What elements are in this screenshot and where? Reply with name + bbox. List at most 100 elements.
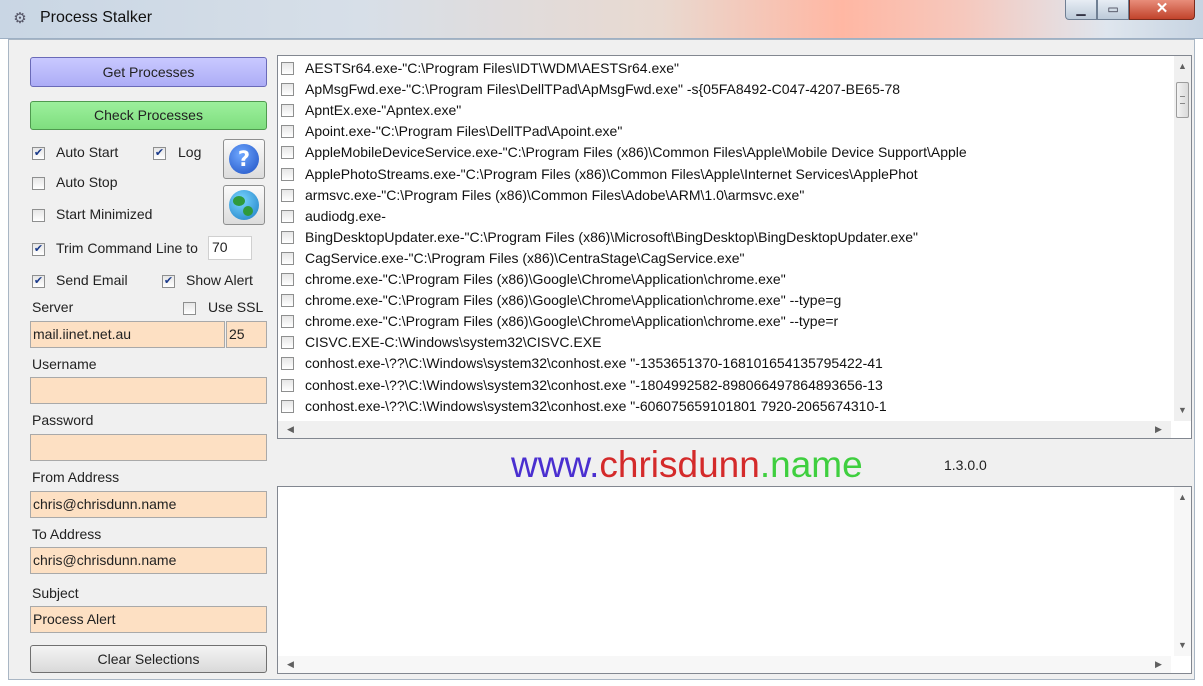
from-address-label: From Address [32, 469, 120, 485]
scroll-right-arrow-icon[interactable]: ▶ [1150, 421, 1167, 438]
process-checkbox[interactable] [281, 251, 294, 265]
version-label: 1.3.0.0 [944, 457, 987, 473]
use-ssl-checkbox[interactable] [183, 302, 196, 315]
close-button[interactable]: ✕ [1129, 0, 1195, 20]
process-checkbox[interactable] [281, 378, 294, 392]
process-list-item[interactable]: conhost.exe-\??\C:\Windows\system32\conh… [281, 396, 1171, 417]
process-checkbox[interactable] [281, 188, 294, 202]
scroll-up-arrow-icon[interactable]: ▲ [1174, 58, 1191, 75]
password-input[interactable] [30, 434, 267, 461]
process-command-line: CISVC.EXE-C:\Windows\system32\CISVC.EXE [305, 334, 602, 351]
scroll-down-arrow-icon[interactable]: ▼ [1174, 637, 1191, 654]
trim-command-line-label: Trim Command Line to [56, 240, 198, 256]
process-command-line: ApMsgFwd.exe-"C:\Program Files\DellTPad\… [305, 81, 901, 98]
check-processes-button[interactable]: Check Processes [30, 101, 267, 130]
trim-length-input[interactable]: 70 [208, 236, 252, 260]
process-list-item[interactable]: AESTSr64.exe-"C:\Program Files\IDT\WDM\A… [281, 58, 1171, 79]
username-input[interactable] [30, 377, 267, 404]
clear-selections-button[interactable]: Clear Selections [30, 645, 267, 673]
process-checkbox[interactable] [281, 62, 294, 75]
process-checkbox[interactable] [281, 399, 294, 413]
process-checkbox[interactable] [281, 209, 294, 223]
log-vertical-scrollbar[interactable]: ▲ ▼ [1174, 487, 1191, 656]
auto-start-checkbox[interactable] [32, 147, 45, 160]
process-list-item[interactable]: conhost.exe-\??\C:\Windows\system32\conh… [281, 375, 1171, 396]
process-command-line: conhost.exe-\??\C:\Windows\system32\conh… [305, 397, 887, 414]
log-checkbox[interactable] [153, 147, 166, 160]
log-horizontal-scrollbar[interactable]: ◀ ▶ [278, 656, 1171, 673]
website-link[interactable]: www.chrisdunn.name [511, 444, 863, 486]
to-address-input[interactable]: chris@chrisdunn.name [30, 547, 267, 574]
url-name: name [770, 444, 863, 485]
port-input[interactable]: 25 [226, 321, 267, 348]
auto-stop-label: Auto Stop [56, 174, 118, 190]
process-list-item[interactable]: ApplePhotoStreams.exe-"C:\Program Files … [281, 164, 1171, 185]
process-command-line: Apoint.exe-"C:\Program Files\DellTPad\Ap… [305, 123, 623, 140]
gear-icon: ⚙ [13, 10, 27, 27]
use-ssl-label: Use SSL [208, 299, 264, 315]
process-list-item[interactable]: armsvc.exe-"C:\Program Files (x86)\Commo… [281, 185, 1171, 206]
process-list-item[interactable]: ApMsgFwd.exe-"C:\Program Files\DellTPad\… [281, 79, 1171, 100]
process-list-item[interactable]: AppleMobileDeviceService.exe-"C:\Program… [281, 142, 1171, 163]
process-list[interactable]: AESTSr64.exe-"C:\Program Files\IDT\WDM\A… [277, 55, 1192, 439]
process-checkbox[interactable] [281, 167, 294, 181]
process-checkbox[interactable] [281, 83, 294, 97]
process-checkbox[interactable] [281, 273, 294, 286]
process-list-item[interactable]: BingDesktopUpdater.exe-"C:\Program Files… [281, 227, 1171, 248]
process-checkbox[interactable] [281, 230, 294, 244]
scroll-down-arrow-icon[interactable]: ▼ [1174, 402, 1191, 419]
process-list-item[interactable]: chrome.exe-"C:\Program Files (x86)\Googl… [281, 311, 1171, 332]
scroll-up-arrow-icon[interactable]: ▲ [1174, 489, 1191, 506]
process-list-item[interactable]: chrome.exe-"C:\Program Files (x86)\Googl… [281, 269, 1171, 290]
process-list-item[interactable]: CagService.exe-"C:\Program Files (x86)\C… [281, 248, 1171, 269]
process-list-item[interactable]: Apoint.exe-"C:\Program Files\DellTPad\Ap… [281, 121, 1171, 142]
auto-start-label: Auto Start [56, 144, 119, 160]
process-command-line: chrome.exe-"C:\Program Files (x86)\Googl… [305, 271, 786, 287]
trim-command-line-checkbox[interactable] [32, 243, 45, 256]
process-command-line: ApntEx.exe-"Apntex.exe" [305, 102, 462, 119]
process-checkbox[interactable] [281, 104, 294, 118]
scroll-left-arrow-icon[interactable]: ◀ [282, 656, 299, 673]
process-list-item[interactable]: audiodg.exe- [281, 206, 1171, 227]
process-list-item[interactable]: conhost.exe-\??\C:\Windows\system32\conh… [281, 353, 1171, 374]
url-www: www. [511, 444, 600, 485]
process-checkbox[interactable] [281, 125, 294, 139]
log-output[interactable]: ▲ ▼ ◀ ▶ [277, 486, 1192, 674]
send-email-label: Send Email [56, 272, 128, 288]
start-minimized-checkbox[interactable] [32, 209, 45, 222]
start-minimized-label: Start Minimized [56, 206, 153, 222]
scrollbar-thumb[interactable] [1176, 82, 1189, 118]
process-command-line: armsvc.exe-"C:\Program Files (x86)\Commo… [305, 186, 805, 203]
show-alert-label: Show Alert [186, 272, 253, 288]
maximize-button[interactable]: ▭ [1097, 0, 1129, 20]
process-checkbox[interactable] [281, 315, 294, 329]
process-list-horizontal-scrollbar[interactable]: ◀ ▶ [278, 421, 1171, 438]
process-checkbox[interactable] [281, 294, 294, 308]
process-list-item[interactable]: CISVC.EXE-C:\Windows\system32\CISVC.EXE [281, 332, 1171, 353]
from-address-input[interactable]: chris@chrisdunn.name [30, 491, 267, 518]
process-checkbox[interactable] [281, 146, 294, 160]
get-processes-button[interactable]: Get Processes [30, 57, 267, 87]
auto-stop-checkbox[interactable] [32, 177, 45, 190]
process-list-vertical-scrollbar[interactable]: ▲ ▼ [1174, 56, 1191, 421]
scroll-right-arrow-icon[interactable]: ▶ [1150, 656, 1167, 673]
title-bar[interactable]: ⚙ Process Stalker ▁ ▭ ✕ [0, 0, 1203, 39]
process-list-item[interactable]: chrome.exe-"C:\Program Files (x86)\Googl… [281, 290, 1171, 311]
show-alert-checkbox[interactable] [162, 275, 175, 288]
globe-icon [229, 190, 259, 220]
url-chrisdunn: chrisdunn [599, 444, 760, 485]
process-checkbox[interactable] [281, 336, 294, 350]
process-command-line: AESTSr64.exe-"C:\Program Files\IDT\WDM\A… [305, 60, 680, 76]
minimize-button[interactable]: ▁ [1065, 0, 1097, 20]
scroll-left-arrow-icon[interactable]: ◀ [282, 421, 299, 438]
process-list-item[interactable]: ApntEx.exe-"Apntex.exe" [281, 100, 1171, 121]
process-command-line: chrome.exe-"C:\Program Files (x86)\Googl… [305, 313, 839, 330]
website-button[interactable] [223, 185, 265, 225]
server-input[interactable]: mail.iinet.net.au [30, 321, 225, 348]
help-button[interactable]: ? [223, 139, 265, 179]
send-email-checkbox[interactable] [32, 275, 45, 288]
main-window: Get Processes Check Processes Auto Start… [8, 39, 1195, 680]
process-checkbox[interactable] [281, 357, 294, 371]
process-command-line: conhost.exe-\??\C:\Windows\system32\conh… [305, 355, 883, 372]
subject-input[interactable]: Process Alert [30, 606, 267, 633]
